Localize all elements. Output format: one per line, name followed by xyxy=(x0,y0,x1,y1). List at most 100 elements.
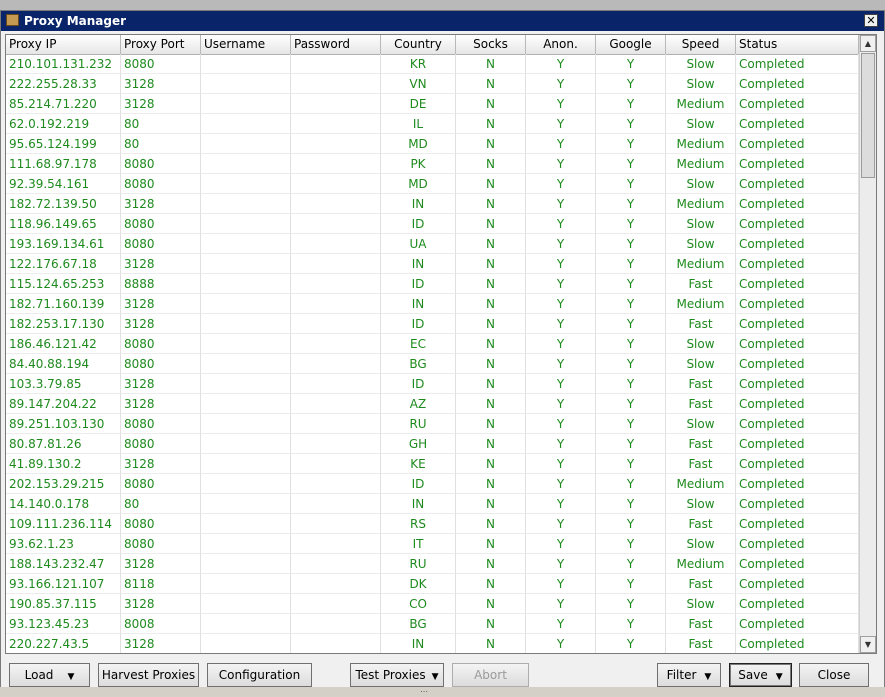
cell-socks: N xyxy=(456,494,526,514)
table-row[interactable]: 122.176.67.18 3128 IN N Y Y Medium Completed xyxy=(6,254,859,274)
table-row[interactable]: 188.143.232.47 3128 RU N Y Y Medium Completed xyxy=(6,554,859,574)
cell-country: IN xyxy=(381,494,456,514)
column-header-status[interactable]: Status xyxy=(736,35,859,54)
table-body: 210.101.131.232 8080 KR N Y Y Slow Completed 222… xyxy=(6,54,859,653)
harvest-proxies-button[interactable]: Harvest Proxies xyxy=(98,663,199,687)
scroll-thumb[interactable] xyxy=(861,53,875,178)
cell-google: Y xyxy=(596,314,666,334)
cell-speed: Fast xyxy=(666,314,736,334)
table-row[interactable]: 182.253.17.130 3128 ID N Y Y Fast Completed xyxy=(6,314,859,334)
load-button[interactable]: Load ▼ xyxy=(9,663,90,687)
cell-google: Y xyxy=(596,254,666,274)
table-row[interactable]: 85.214.71.220 3128 DE N Y Y Medium Completed xyxy=(6,94,859,114)
scroll-up-button[interactable]: ▲ xyxy=(860,35,876,52)
cell-proxy-port: 3128 xyxy=(121,94,201,114)
table-row[interactable]: 186.46.121.42 8080 EC N Y Y Slow Completed xyxy=(6,334,859,354)
table-row[interactable]: 182.71.160.139 3128 IN N Y Y Medium Completed xyxy=(6,294,859,314)
table-row[interactable]: 103.3.79.85 3128 ID N Y Y Fast Completed xyxy=(6,374,859,394)
cell-status: Completed xyxy=(736,294,859,314)
cell-country: ID xyxy=(381,214,456,234)
test-proxies-label: Test Proxies xyxy=(355,668,426,682)
desktop-strip xyxy=(0,0,885,10)
column-header-anon[interactable]: Anon. xyxy=(526,35,596,54)
column-header-password[interactable]: Password xyxy=(291,35,381,54)
cell-proxy-port: 3128 xyxy=(121,454,201,474)
cell-google: Y xyxy=(596,474,666,494)
table-row[interactable]: 193.169.134.61 8080 UA N Y Y Slow Completed xyxy=(6,234,859,254)
cell-anon: Y xyxy=(526,294,596,314)
cell-password xyxy=(291,534,381,554)
table-row[interactable]: 190.85.37.115 3128 CO N Y Y Slow Completed xyxy=(6,594,859,614)
column-header-username[interactable]: Username xyxy=(201,35,291,54)
cell-google: Y xyxy=(596,54,666,74)
cell-password xyxy=(291,314,381,334)
column-header-country[interactable]: Country xyxy=(381,35,456,54)
cell-username xyxy=(201,514,291,534)
table-row[interactable]: 80.87.81.26 8080 GH N Y Y Fast Completed xyxy=(6,434,859,454)
save-button[interactable]: Save ▼ xyxy=(729,663,792,687)
column-header-proxy-ip[interactable]: Proxy IP xyxy=(6,35,121,54)
close-button[interactable]: Close xyxy=(799,663,869,687)
cell-status: Completed xyxy=(736,374,859,394)
table-row[interactable]: 220.227.43.5 3128 IN N Y Y Fast Completed xyxy=(6,634,859,653)
table-row[interactable]: 14.140.0.178 80 IN N Y Y Slow Completed xyxy=(6,494,859,514)
cell-proxy-ip: 95.65.124.199 xyxy=(6,134,121,154)
vertical-scrollbar[interactable]: ▲ ▼ xyxy=(859,35,876,653)
table-row[interactable]: 62.0.192.219 80 IL N Y Y Slow Completed xyxy=(6,114,859,134)
cell-speed: Medium xyxy=(666,294,736,314)
table-row[interactable]: 89.251.103.130 8080 RU N Y Y Slow Completed xyxy=(6,414,859,434)
close-window-button[interactable]: ✕ xyxy=(864,14,878,27)
table-row[interactable]: 41.89.130.2 3128 KE N Y Y Fast Completed xyxy=(6,454,859,474)
cell-speed: Medium xyxy=(666,134,736,154)
table-row[interactable]: 95.65.124.199 80 MD N Y Y Medium Completed xyxy=(6,134,859,154)
table-row[interactable]: 89.147.204.22 3128 AZ N Y Y Fast Completed xyxy=(6,394,859,414)
cell-password xyxy=(291,194,381,214)
column-header-speed[interactable]: Speed xyxy=(666,35,736,54)
table-row[interactable]: 182.72.139.50 3128 IN N Y Y Medium Completed xyxy=(6,194,859,214)
column-header-socks[interactable]: Socks xyxy=(456,35,526,54)
cell-speed: Slow xyxy=(666,494,736,514)
table-row[interactable]: 109.111.236.114 8080 RS N Y Y Fast Completed xyxy=(6,514,859,534)
resize-grip-icon[interactable]: ⋯ xyxy=(420,687,428,696)
cell-proxy-ip: 89.251.103.130 xyxy=(6,414,121,434)
filter-button[interactable]: Filter ▼ xyxy=(657,663,721,687)
table-row[interactable]: 93.62.1.23 8080 IT N Y Y Slow Completed xyxy=(6,534,859,554)
abort-button[interactable]: Abort xyxy=(452,663,529,687)
cell-country: RU xyxy=(381,554,456,574)
cell-country: DE xyxy=(381,94,456,114)
scroll-down-button[interactable]: ▼ xyxy=(860,636,876,653)
table-row[interactable]: 92.39.54.161 8080 MD N Y Y Slow Completed xyxy=(6,174,859,194)
cell-google: Y xyxy=(596,154,666,174)
cell-username xyxy=(201,474,291,494)
cell-country: IN xyxy=(381,634,456,653)
cell-socks: N xyxy=(456,174,526,194)
cell-username xyxy=(201,74,291,94)
column-header-google[interactable]: Google xyxy=(596,35,666,54)
column-header-proxy-port[interactable]: Proxy Port xyxy=(121,35,201,54)
cell-anon: Y xyxy=(526,54,596,74)
table-row[interactable]: 93.166.121.107 8118 DK N Y Y Fast Completed xyxy=(6,574,859,594)
cell-status: Completed xyxy=(736,94,859,114)
table-row[interactable]: 210.101.131.232 8080 KR N Y Y Slow Completed xyxy=(6,54,859,74)
test-proxies-button[interactable]: Test Proxies ▼ xyxy=(350,663,444,687)
cell-proxy-port: 8008 xyxy=(121,614,201,634)
table-row[interactable]: 93.123.45.23 8008 BG N Y Y Fast Completed xyxy=(6,614,859,634)
configuration-button[interactable]: Configuration xyxy=(207,663,312,687)
table-row[interactable]: 202.153.29.215 8080 ID N Y Y Medium Completed xyxy=(6,474,859,494)
cell-google: Y xyxy=(596,434,666,454)
cell-status: Completed xyxy=(736,214,859,234)
table-row[interactable]: 84.40.88.194 8080 BG N Y Y Slow Completed xyxy=(6,354,859,374)
box-icon xyxy=(6,14,19,26)
cell-socks: N xyxy=(456,414,526,434)
cell-speed: Medium xyxy=(666,154,736,174)
table-row[interactable]: 115.124.65.253 8888 ID N Y Y Fast Completed xyxy=(6,274,859,294)
table-row[interactable]: 118.96.149.65 8080 ID N Y Y Slow Completed xyxy=(6,214,859,234)
table-row[interactable]: 222.255.28.33 3128 VN N Y Y Slow Completed xyxy=(6,74,859,94)
cell-proxy-port: 3128 xyxy=(121,554,201,574)
cell-google: Y xyxy=(596,614,666,634)
cell-socks: N xyxy=(456,274,526,294)
table-row[interactable]: 111.68.97.178 8080 PK N Y Y Medium Completed xyxy=(6,154,859,174)
cell-status: Completed xyxy=(736,534,859,554)
cell-speed: Medium xyxy=(666,254,736,274)
dropdown-arrow-icon: ▼ xyxy=(431,672,439,682)
